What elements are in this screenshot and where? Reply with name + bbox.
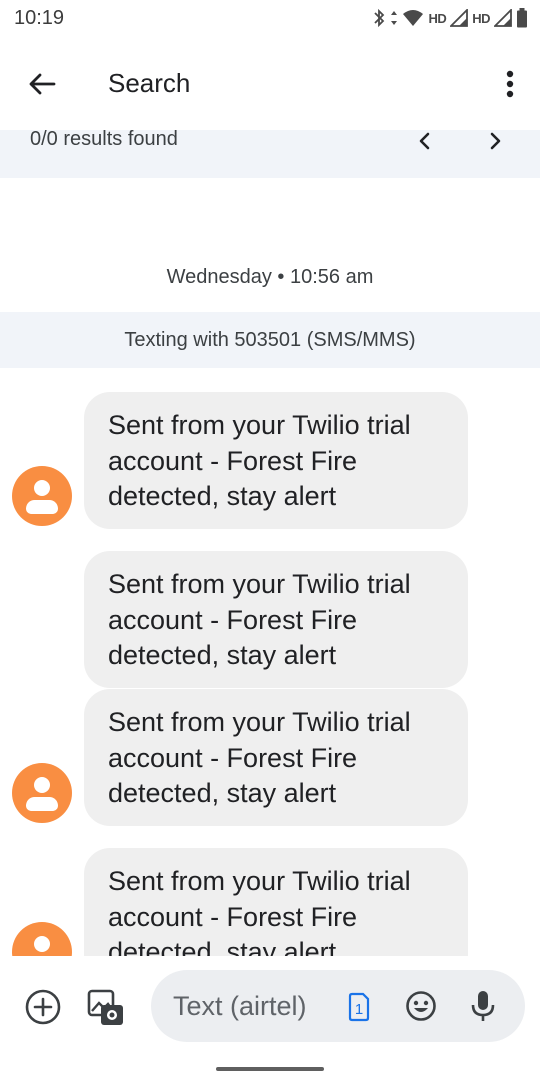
search-results-bar: 0/0 results found	[0, 128, 540, 178]
status-icons: HD HD	[372, 8, 528, 28]
signal-icon-2	[494, 9, 512, 27]
hd-label-2: HD	[472, 10, 490, 26]
person-icon	[34, 936, 50, 952]
sim-card-icon[interactable]: 1	[348, 992, 370, 1022]
microphone-icon[interactable]	[469, 989, 497, 1023]
compose-bar: 1	[0, 956, 540, 1080]
contact-avatar[interactable]	[12, 763, 72, 823]
message-bubble[interactable]: Sent from your Twilio trial account - Fo…	[84, 848, 468, 956]
signal-icon	[450, 9, 469, 27]
message-bubble[interactable]: Sent from your Twilio trial account - Fo…	[84, 392, 468, 529]
person-icon	[34, 777, 50, 793]
gesture-nav-bar[interactable]	[216, 1067, 324, 1071]
emoji-icon[interactable]	[405, 990, 437, 1022]
texting-label: Texting with 503501 (SMS/MMS)	[124, 329, 416, 351]
more-vert-icon[interactable]	[498, 66, 522, 102]
message-input-container[interactable]: 1	[151, 970, 525, 1042]
battery-icon	[517, 8, 527, 28]
sim-number: 1	[355, 1001, 363, 1018]
message-bubble[interactable]: Sent from your Twilio trial account - Fo…	[84, 551, 468, 688]
wifi-icon	[403, 10, 424, 26]
page-title: Search	[108, 68, 191, 98]
hd-label: HD	[428, 10, 447, 26]
person-icon	[34, 480, 50, 496]
chevron-right-icon[interactable]	[482, 130, 512, 154]
message-list[interactable]: Sent from your Twilio trial account - Fo…	[0, 368, 540, 956]
message-bubble[interactable]: Sent from your Twilio trial account - Fo…	[84, 689, 468, 826]
app-bar: Search	[0, 38, 540, 130]
contact-avatar[interactable]	[12, 466, 72, 526]
status-bar: 10:19 HD HD	[0, 0, 540, 38]
arrow-back-icon[interactable]	[18, 66, 66, 102]
chevron-left-icon[interactable]	[410, 130, 440, 154]
status-time: 10:19	[14, 7, 65, 29]
message-input[interactable]	[171, 988, 335, 1024]
contact-avatar[interactable]	[12, 922, 72, 956]
add-circle-icon[interactable]	[24, 988, 62, 1026]
bluetooth-icon	[374, 8, 385, 28]
texting-banner: Texting with 503501 (SMS/MMS)	[0, 312, 540, 368]
gallery-icon[interactable]	[86, 988, 126, 1028]
results-count: 0/0 results found	[30, 128, 178, 150]
date-divider: Wednesday • 10:56 am	[166, 266, 374, 288]
data-arrows-icon	[391, 11, 398, 25]
